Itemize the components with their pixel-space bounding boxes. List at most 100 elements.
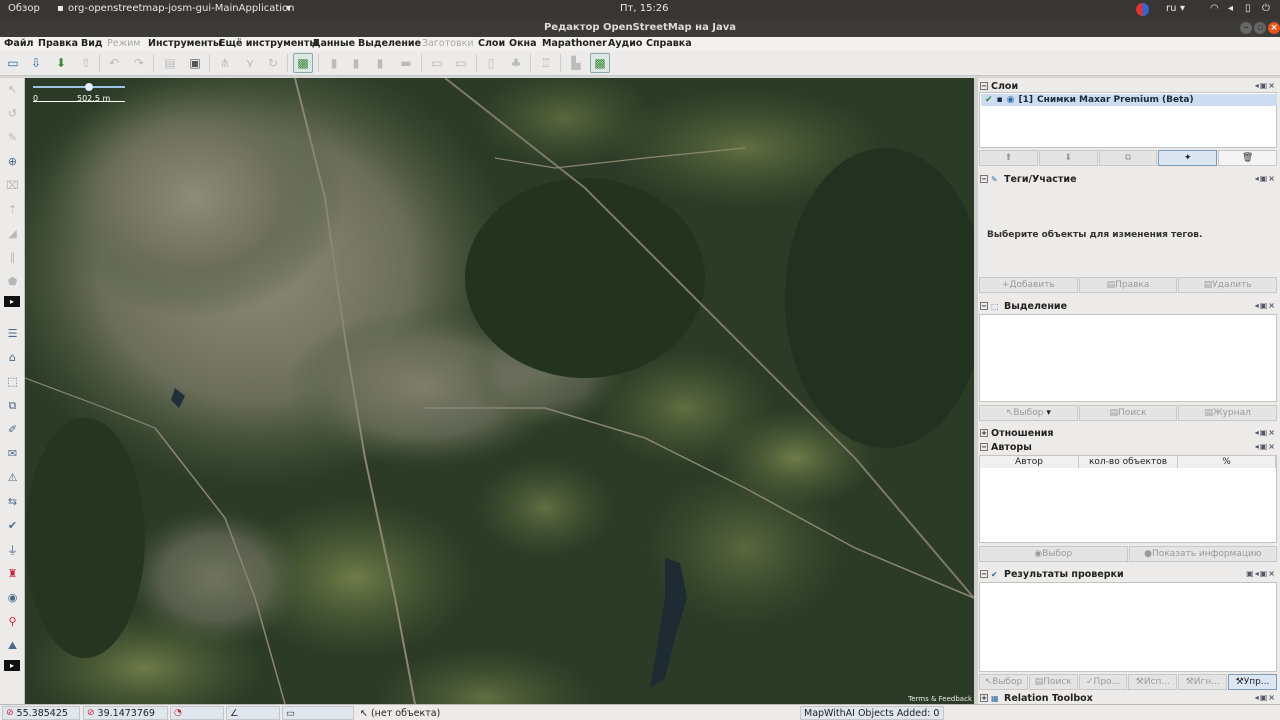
selection-list[interactable]: [979, 314, 1277, 402]
menu-view[interactable]: Вид: [81, 38, 103, 49]
menu-tools[interactable]: Инструменты: [148, 38, 222, 49]
tags-panel-header[interactable]: − ✎ Теги/Участие ◂▣×: [978, 173, 1278, 185]
browser-indicator-icon[interactable]: [1136, 3, 1149, 16]
combine-way-icon[interactable]: ⋎: [240, 53, 260, 73]
authors-select-button[interactable]: ◉ Выбор: [979, 546, 1128, 562]
building-tool-2-icon[interactable]: ▮: [346, 53, 366, 73]
select-button[interactable]: ↖ Выбор ▾: [979, 405, 1078, 421]
building-tool-4-icon[interactable]: ▬: [396, 53, 416, 73]
maximize-icon[interactable]: ▫: [1254, 22, 1266, 34]
select-dropdown-icon[interactable]: ▾: [1046, 408, 1051, 418]
distance-field[interactable]: ▭: [282, 706, 354, 720]
open-file-icon[interactable]: ▭: [3, 53, 23, 73]
authors-panel-header[interactable]: − Авторы ◂▣×: [978, 441, 1278, 453]
layer-properties-icon[interactable]: ✦: [1158, 150, 1218, 166]
lasso-mode-icon[interactable]: ↺: [3, 104, 22, 123]
scale-bar[interactable]: 0 502,5 m: [33, 83, 125, 107]
draw-mode-icon[interactable]: ✎: [3, 128, 22, 147]
menu-audio[interactable]: Аудио: [608, 38, 642, 49]
panel-controls-icon[interactable]: ◂▣×: [1255, 693, 1276, 702]
longitude-field[interactable]: ⊘ 39.1473769: [83, 706, 168, 720]
menu-selection[interactable]: Выделение: [358, 38, 421, 49]
copy-icon[interactable]: ▤: [160, 53, 180, 73]
more-panels-icon[interactable]: ▸: [4, 660, 20, 671]
toggle-changesets-icon[interactable]: ♜: [3, 564, 22, 583]
collapse-icon[interactable]: −: [980, 82, 988, 90]
terms-link[interactable]: Terms & Feedback: [908, 695, 972, 703]
download-icon[interactable]: ⬇: [51, 53, 71, 73]
manage-ignore-button[interactable]: ⚒ Упр...: [1228, 674, 1277, 690]
menu-layers[interactable]: Слои: [478, 38, 505, 49]
close-icon[interactable]: ×: [1268, 22, 1280, 34]
toggle-filter-2-icon[interactable]: ⏚: [3, 540, 22, 559]
ignore-button[interactable]: ⚒ Игн...: [1178, 674, 1228, 690]
panel-controls-icon[interactable]: ◂▣×: [1255, 428, 1276, 437]
power-icon[interactable]: ⏻: [1262, 3, 1270, 14]
collapse-icon[interactable]: −: [980, 570, 988, 578]
toggle-marker-icon[interactable]: ⚲: [3, 612, 22, 631]
menu-windows[interactable]: Окна: [509, 38, 537, 49]
latitude-field[interactable]: ⊘ 55.385425: [2, 706, 80, 720]
castle-tool-icon[interactable]: ♖: [536, 53, 556, 73]
preferences-icon[interactable]: ▣: [185, 53, 205, 73]
toggle-notes-icon[interactable]: ✉: [3, 444, 22, 463]
split-way-icon[interactable]: ⋔: [215, 53, 235, 73]
menu-mapathoner[interactable]: Mapathoner: [542, 38, 607, 49]
redo-icon[interactable]: ↷: [129, 53, 149, 73]
wifi-icon[interactable]: ◠: [1210, 3, 1219, 14]
volume-icon[interactable]: ◂: [1228, 3, 1233, 14]
relation-toolbox-header[interactable]: + ▦ Relation Toolbox ◂▣×: [978, 692, 1278, 704]
visible-check-icon[interactable]: ✔: [985, 95, 993, 105]
collapse-icon[interactable]: −: [980, 302, 988, 310]
toggle-layers-icon[interactable]: ☰: [3, 324, 22, 343]
add-tag-button[interactable]: + Добавить: [979, 277, 1078, 293]
undo-icon[interactable]: ↶: [104, 53, 124, 73]
relations-panel-header[interactable]: + Отношения ◂▣×: [978, 427, 1278, 439]
app-menu-button[interactable]: org-openstreetmap-josm-gui-MainApplicati…: [68, 3, 295, 14]
validation-panel-header[interactable]: − ✔ Результаты проверки ▣◂▣×: [978, 568, 1278, 580]
move-down-icon[interactable]: ⬇: [1038, 150, 1098, 166]
show-info-button[interactable]: ● Показать информацию: [1128, 546, 1277, 562]
selection-panel-header[interactable]: − ⬚ Выделение ◂▣×: [978, 300, 1278, 312]
zoom-slider-knob[interactable]: [85, 83, 93, 91]
layer-name[interactable]: Снимки Maxar Premium (Beta): [1037, 95, 1194, 105]
menu-edit[interactable]: Правка: [38, 38, 78, 49]
building-tool-3-icon[interactable]: ▮: [370, 53, 390, 73]
column-percent[interactable]: %: [1178, 456, 1276, 468]
toggle-filter-icon[interactable]: ⇆: [3, 492, 22, 511]
reverse-way-icon[interactable]: ↻: [263, 53, 283, 73]
road-tool-icon[interactable]: ▭: [427, 53, 447, 73]
edit-tag-button[interactable]: ▤ Правка: [1078, 277, 1178, 293]
panel-controls-icon[interactable]: ▣◂▣×: [1246, 569, 1276, 578]
upload-icon[interactable]: ⇧: [76, 53, 96, 73]
expand-icon[interactable]: +: [980, 429, 988, 437]
building-mode-icon[interactable]: ⬟: [3, 272, 22, 291]
layer-row[interactable]: ✔ ▪ ◉ [1] Снимки Maxar Premium (Beta): [981, 94, 1277, 106]
mapwithai-icon[interactable]: ▩: [590, 53, 610, 73]
toggle-tags-icon[interactable]: ⌂: [3, 348, 22, 367]
selection-status-field[interactable]: ↖ (нет объекта): [356, 706, 796, 720]
validate-button[interactable]: ✓ Про...: [1078, 674, 1128, 690]
elevation-tool-icon[interactable]: ▙: [566, 53, 586, 73]
delete-layer-icon[interactable]: 🗑: [1218, 150, 1277, 166]
menu-presets[interactable]: Заготовки: [422, 38, 474, 49]
imagery-offset-icon[interactable]: ▩: [293, 53, 313, 73]
road-tool-2-icon[interactable]: ▭: [451, 53, 471, 73]
extrude-mode-icon[interactable]: ⇡: [3, 200, 22, 219]
improve-way-icon[interactable]: ◢: [3, 224, 22, 243]
toggle-selection-icon[interactable]: ⬚: [3, 372, 22, 391]
fix-button[interactable]: ⚒ Исп...: [1128, 674, 1178, 690]
menu-data[interactable]: Данные: [312, 38, 355, 49]
toggle-imagery-icon[interactable]: ⛰: [3, 636, 22, 655]
toggle-conflicts-icon[interactable]: ⚠: [3, 468, 22, 487]
merge-layer-icon[interactable]: ⧉: [1098, 150, 1158, 166]
zoom-slider[interactable]: [33, 86, 125, 88]
expand-icon[interactable]: +: [980, 694, 988, 702]
menu-more-tools[interactable]: Ещё инструменты: [219, 38, 318, 49]
move-up-icon[interactable]: ⬆: [979, 150, 1038, 166]
building-tool-icon[interactable]: ▮: [324, 53, 344, 73]
menu-mode[interactable]: Режим: [107, 38, 140, 49]
validation-search-button[interactable]: ▤ Поиск: [1028, 674, 1078, 690]
menu-help[interactable]: Справка: [646, 38, 692, 49]
toggle-map-paint-icon[interactable]: ◉: [3, 588, 22, 607]
